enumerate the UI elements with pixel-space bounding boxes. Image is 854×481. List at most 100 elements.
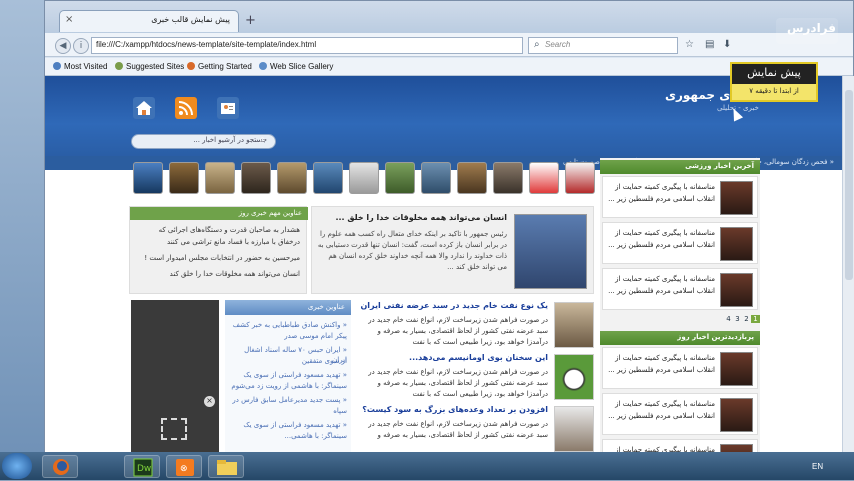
news-photo[interactable] bbox=[554, 302, 594, 348]
page-1-link[interactable]: 1 bbox=[751, 315, 760, 323]
language-indicator[interactable]: EN bbox=[812, 462, 823, 471]
tab-bar: پیش نمایش قالب خبری × + bbox=[45, 1, 853, 35]
sidebar-news-photo bbox=[720, 227, 753, 261]
scrollbar-thumb[interactable] bbox=[845, 90, 853, 280]
news-item: این سخنان بوی اومانیسم می‌دهد... در صورت… bbox=[357, 352, 594, 402]
back-button[interactable]: ◀ bbox=[55, 38, 71, 54]
sidebar-pager: 1234 bbox=[720, 315, 760, 328]
featured-title[interactable]: انسان می‌تواند همه مخلوقات خدا را خلق ..… bbox=[335, 213, 507, 222]
important-item[interactable]: انسان می‌تواند همه مخلوقات خدا را خلق کن… bbox=[132, 269, 300, 279]
news-photo[interactable] bbox=[554, 406, 594, 452]
news-titles-header: عناوین خبری bbox=[225, 300, 351, 315]
category-icon-1[interactable] bbox=[133, 162, 163, 194]
news-photo[interactable] bbox=[554, 354, 594, 400]
category-icon-11[interactable] bbox=[493, 162, 523, 194]
news-body: در صورت فراهم شدن زیرساخت لازم، انواع نف… bbox=[368, 368, 548, 398]
title-link[interactable]: سینماگر: با هاشمی... bbox=[229, 431, 347, 441]
tab-title: پیش نمایش قالب خبری bbox=[151, 15, 230, 24]
news-title[interactable]: این سخنان بوی اومانیسم می‌دهد... bbox=[409, 353, 548, 362]
title-link[interactable]: « تهدید مسعود فراستی از سوی یک bbox=[229, 420, 347, 430]
sidebar-news-photo bbox=[720, 398, 753, 432]
web-page: ی جمهوری خبری - تحلیلی جستجو در آرشیو اخ… bbox=[45, 76, 842, 453]
title-link[interactable]: « واکنش صادق طباطبایی به خبر کشف bbox=[229, 320, 347, 330]
close-ad-icon[interactable]: × bbox=[204, 396, 215, 407]
category-icon-3[interactable] bbox=[205, 162, 235, 194]
featured-body: رئیس جمهور با تاکید بر اینکه خدای متعال … bbox=[317, 230, 507, 271]
taskbar-explorer[interactable] bbox=[208, 455, 244, 478]
site-search-input[interactable]: جستجو در آرشیو اخبار ... bbox=[131, 134, 276, 149]
important-item[interactable]: درخفاق با مبارزه با فساد مانع تراشی می ک… bbox=[132, 237, 300, 247]
start-button[interactable] bbox=[2, 453, 32, 479]
taskbar-firefox[interactable] bbox=[42, 455, 78, 478]
taskbar-dreamweaver[interactable]: Dw bbox=[124, 455, 160, 478]
title-link[interactable]: « تهدید مسعود فراستی از سوی یک bbox=[229, 370, 347, 380]
sidebar-news-item[interactable]: مناسفانه با پیگیری کمیته حمایت از انقلاب… bbox=[602, 393, 758, 435]
taskbar-xampp[interactable]: ⊗ bbox=[166, 455, 202, 478]
category-icon-7[interactable] bbox=[349, 162, 379, 194]
news-titles-box: عناوین خبری « واکنش صادق طباطبایی به خبر… bbox=[225, 300, 351, 453]
important-item[interactable]: هشدار به صاحبان قدرت و دستگاه‌های اجرائی… bbox=[132, 225, 300, 235]
page-2-link[interactable]: 2 bbox=[742, 315, 751, 323]
category-icon-2[interactable] bbox=[169, 162, 199, 194]
page-scrollbar[interactable] bbox=[842, 76, 854, 453]
search-input[interactable]: Search bbox=[528, 37, 678, 54]
title-link[interactable]: سینماگر: با هاشمی از رویت زد می‌شوم bbox=[229, 381, 347, 391]
rss-icon[interactable] bbox=[175, 97, 197, 119]
new-tab-button[interactable]: + bbox=[245, 13, 256, 28]
news-title[interactable]: افزودن بر تعداد وعده‌های بزرگ به سود کیس… bbox=[362, 405, 548, 414]
sports-news-header: آخرین اخبار ورزشی bbox=[600, 160, 760, 174]
bookmarks-icon[interactable]: ▤ bbox=[705, 39, 714, 50]
browser-tab[interactable]: پیش نمایش قالب خبری × bbox=[59, 10, 239, 32]
bookmark-suggested-sites[interactable]: Suggested Sites bbox=[115, 62, 184, 71]
category-icon-9[interactable] bbox=[421, 162, 451, 194]
contact-icon[interactable] bbox=[217, 97, 239, 119]
sidebar-news-item[interactable]: مناسفانه با پیگیری کمیته حمایت از انقلاب… bbox=[602, 439, 758, 453]
category-icon-5[interactable] bbox=[277, 162, 307, 194]
ad-placeholder: × bbox=[131, 300, 219, 453]
page-4-link[interactable]: 4 bbox=[724, 315, 733, 323]
title-link[interactable]: سپاه bbox=[229, 406, 347, 416]
important-news-box: عناوین مهم خبری روز هشدار به صاحبان قدرت… bbox=[129, 206, 308, 294]
important-item[interactable]: میرحسین به حضور در انتخابات مجلس امیدوار… bbox=[132, 253, 300, 263]
page-3-link[interactable]: 3 bbox=[733, 315, 742, 323]
star-icon[interactable]: ☆ bbox=[685, 39, 694, 50]
info-icon[interactable]: i bbox=[73, 38, 89, 54]
download-icon[interactable]: ⬇ bbox=[723, 39, 731, 50]
site-header: ی جمهوری خبری - تحلیلی جستجو در آرشیو اخ… bbox=[45, 76, 842, 156]
preview-badge: پیش نمایش از ابتدا تا دقیقه ۷ bbox=[730, 62, 818, 102]
news-title[interactable]: یک نوع نفت خام جدید در سبد عرضه نفتی ایر… bbox=[360, 301, 548, 310]
faradars-logo: فرادرس bbox=[786, 21, 836, 35]
category-icon-12[interactable] bbox=[529, 162, 559, 194]
bookmark-web-slice-gallery[interactable]: Web Slice Gallery bbox=[259, 62, 333, 71]
sidebar-news-photo bbox=[720, 352, 753, 386]
right-sidebar: آخرین اخبار ورزشی مناسفانه با پیگیری کمی… bbox=[600, 158, 760, 453]
news-list: یک نوع نفت خام جدید در سبد عرضه نفتی ایر… bbox=[357, 300, 594, 453]
sidebar-news-photo bbox=[720, 273, 753, 307]
sidebar-news-photo bbox=[720, 181, 753, 215]
navigation-toolbar: ◀ i file:///C:/xampp/htdocs/news-templat… bbox=[45, 33, 853, 57]
important-news-header: عناوین مهم خبری روز bbox=[130, 207, 308, 220]
sidebar-news-item[interactable]: مناسفانه با پیگیری کمیته حمایت از انقلاب… bbox=[602, 222, 758, 264]
category-icon-10[interactable] bbox=[457, 162, 487, 194]
sidebar-news-item[interactable]: مناسفانه با پیگیری کمیته حمایت از انقلاب… bbox=[602, 347, 758, 389]
news-item: یک نوع نفت خام جدید در سبد عرضه نفتی ایر… bbox=[357, 300, 594, 350]
sidebar-news-item[interactable]: مناسفانه با پیگیری کمیته حمایت از انقلاب… bbox=[602, 268, 758, 310]
title-link[interactable]: از سوی متفقین bbox=[229, 356, 347, 366]
category-icon-4[interactable] bbox=[241, 162, 271, 194]
svg-text:⊗: ⊗ bbox=[180, 464, 188, 474]
featured-photo[interactable] bbox=[514, 214, 587, 289]
category-icon-6[interactable] bbox=[313, 162, 343, 194]
site-title: ی جمهوری bbox=[665, 88, 731, 102]
close-tab-icon[interactable]: × bbox=[65, 14, 73, 25]
sidebar-news-item[interactable]: مناسفانه با پیگیری کمیته حمایت از انقلاب… bbox=[602, 176, 758, 218]
title-link[interactable]: پیکر امام موسی صدر bbox=[229, 331, 347, 341]
bookmark-getting-started[interactable]: Getting Started bbox=[187, 62, 252, 71]
title-link[interactable]: « پست جدید مدیرعامل سابق فارس در bbox=[229, 395, 347, 405]
category-icon-8[interactable] bbox=[385, 162, 415, 194]
site-search-icon[interactable]: ⌕ bbox=[259, 132, 266, 147]
home-icon[interactable] bbox=[133, 97, 155, 119]
bookmark-most-visited[interactable]: Most Visited bbox=[53, 62, 107, 71]
news-body: در صورت فراهم شدن زیرساخت لازم، انواع نف… bbox=[368, 420, 548, 439]
category-icon-13[interactable] bbox=[565, 162, 595, 194]
address-bar[interactable]: file:///C:/xampp/htdocs/news-template/si… bbox=[91, 37, 523, 54]
